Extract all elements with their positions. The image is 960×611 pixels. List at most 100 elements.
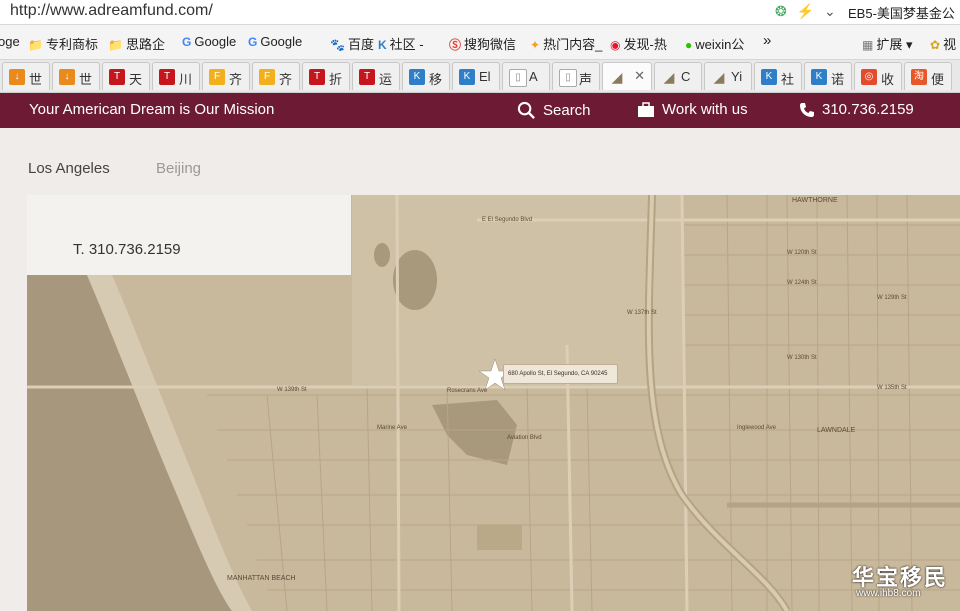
tab-favicon: ▯	[559, 69, 577, 87]
bookmark-google-1[interactable]: G Google	[182, 34, 236, 49]
browser-tab-0[interactable]: ↓ 世	[2, 62, 50, 90]
lightning-icon[interactable]: ⚡	[797, 3, 814, 19]
bookmark-hot-content[interactable]: ✦ 热门内容_	[530, 34, 602, 53]
bookmark-folder-silu[interactable]: 📁 思路企	[108, 34, 165, 53]
bookmark-0[interactable]: oge	[0, 34, 20, 49]
site-tagline: Your American Dream is Our Mission	[29, 101, 275, 118]
bookmark-weibo[interactable]: ◉ 发现-热	[610, 34, 667, 53]
tab-favicon: ◢	[611, 69, 623, 85]
browser-tab-17[interactable]: ◎ 收	[854, 62, 902, 90]
map-label-manhattan-beach: MANHATTAN BEACH	[227, 575, 296, 582]
tab-favicon: ◢	[713, 69, 725, 85]
tab-label: El	[479, 69, 491, 84]
browser-tab-2[interactable]: T天	[102, 62, 150, 90]
browser-tab-6[interactable]: T折	[302, 62, 350, 90]
bookmark-weixin[interactable]: ● weixin公	[685, 34, 744, 53]
map-label-w-137th: W 137th St	[627, 310, 657, 316]
browser-tab-9[interactable]: K El	[452, 62, 500, 90]
bookmarks-bar: oge 📁 专利商标 📁 思路企 G Google G Google 🐾 百度 K 社区 -…	[0, 25, 960, 60]
map-label-lawndale: LAWNDALE	[817, 427, 856, 434]
tab-favicon: ▯	[509, 69, 527, 87]
tab-favicon: T	[159, 69, 175, 85]
phone-link[interactable]: 310.736.2159	[799, 101, 914, 118]
tab-label: 折	[329, 72, 343, 87]
extensions-menu[interactable]: ▦ 扩展 ▾	[862, 34, 913, 53]
tab-beijing[interactable]: Beijing	[156, 160, 201, 177]
close-tab-icon[interactable]: ✕	[634, 68, 645, 84]
office-phone: T. 310.736.2159	[73, 241, 181, 258]
grid-icon: ▦	[862, 38, 874, 52]
search-label: Search	[543, 102, 591, 119]
browser-tab-18[interactable]: 淘便	[904, 62, 952, 90]
tab-favicon: ◎	[861, 69, 877, 85]
site-header: Your American Dream is Our Mission Searc…	[0, 93, 960, 128]
browser-tab-11[interactable]: ▯ 声	[552, 62, 600, 90]
extension-title[interactable]: EB5-美国梦基金公	[848, 3, 955, 22]
browser-tab-15[interactable]: K社	[754, 62, 802, 90]
folder-icon: 📁	[108, 38, 123, 52]
browser-tab-5[interactable]: F齐	[252, 62, 300, 90]
tab-label: 世	[79, 72, 93, 87]
search-link[interactable]: Search	[517, 101, 591, 120]
bookmark-baidu[interactable]: 🐾 百度	[330, 34, 374, 53]
map-label-w-129th: W 129th St	[877, 295, 907, 301]
tab-favicon: F	[259, 69, 275, 85]
office-info-card: T. 310.736.2159	[27, 195, 351, 275]
bookmark-sogou-weixin[interactable]: Ⓢ 搜狗微信	[449, 34, 516, 53]
browser-tab-3[interactable]: T川	[152, 62, 200, 90]
map-label-w-130th: W 130th St	[787, 355, 817, 361]
tab-favicon: F	[209, 69, 225, 85]
browser-tab-10[interactable]: ▯ A	[502, 62, 550, 90]
chevron-down-icon[interactable]: ⌄	[824, 3, 836, 19]
bookmark-shequ[interactable]: K 社区 -	[378, 34, 424, 53]
map-label-marine: Marine Ave	[377, 425, 407, 431]
browser-tab-1[interactable]: ↓ 世	[52, 62, 100, 90]
tab-label: C	[681, 69, 691, 84]
puzzle-icon: ✿	[930, 38, 941, 52]
map-label-w-120th: W 120th St	[787, 250, 817, 256]
park-lot	[477, 525, 522, 550]
briefcase-icon	[638, 101, 654, 117]
map-label-inglewood: Inglewood Ave	[737, 425, 776, 431]
tab-favicon: T	[109, 69, 125, 85]
url-text[interactable]: http://www.adreamfund.com/	[10, 2, 213, 20]
tab-label: 齐	[229, 72, 243, 87]
browser-tab-12[interactable]: ◢ ✕	[602, 62, 652, 90]
phone-label: 310.736.2159	[822, 101, 914, 118]
browser-tab-13[interactable]: ◢ C	[654, 62, 702, 90]
tab-favicon: K	[459, 69, 475, 85]
tab-favicon: ◢	[663, 69, 675, 85]
bookmark-video[interactable]: ✿ 视	[930, 34, 956, 53]
pond-area	[374, 243, 390, 267]
tab-favicon: T	[309, 69, 325, 85]
phone-icon	[800, 102, 814, 117]
sogou-icon: Ⓢ	[449, 38, 462, 52]
map-label-w-135th: W 135th St	[877, 385, 907, 391]
bookmark-folder-patent[interactable]: 📁 专利商标	[28, 34, 98, 53]
refresh-icon[interactable]: ❂	[775, 3, 787, 19]
tab-label: A	[529, 69, 538, 84]
bookmark-google-2[interactable]: G Google	[248, 34, 302, 49]
tab-favicon: T	[359, 69, 375, 85]
browser-tab-16[interactable]: K诺	[804, 62, 852, 90]
bookmarks-overflow-chevron[interactable]: »	[763, 32, 771, 49]
tab-label: 齐	[279, 72, 293, 87]
browser-tab-7[interactable]: T运	[352, 62, 400, 90]
browser-tab-8[interactable]: K移	[402, 62, 450, 90]
work-with-us-link[interactable]: Work with us	[637, 101, 748, 118]
browser-tab-4[interactable]: F齐	[202, 62, 250, 90]
address-bar[interactable]: http://www.adreamfund.com/ ❂ ⚡ ⌄ EB5-美国梦…	[0, 0, 960, 25]
tab-label: 诺	[831, 72, 845, 87]
map-label-w-139th: W 139th St	[277, 387, 307, 393]
tab-favicon: ↓	[9, 69, 25, 85]
map-label-el-segundo-blvd: E El Segundo Blvd	[482, 217, 533, 223]
tab-los-angeles[interactable]: Los Angeles	[28, 160, 110, 177]
tab-label: 收	[881, 72, 895, 87]
tab-label: 移	[429, 72, 443, 87]
tab-label: 天	[129, 72, 143, 87]
tab-label: 川	[179, 72, 193, 87]
tab-label: 便	[931, 72, 945, 87]
browser-tab-14[interactable]: ◢ Yi	[704, 62, 752, 90]
map-address-tooltip[interactable]: 680 Apollo St, El Segundo, CA 90245	[503, 364, 619, 384]
search-icon	[517, 101, 535, 119]
